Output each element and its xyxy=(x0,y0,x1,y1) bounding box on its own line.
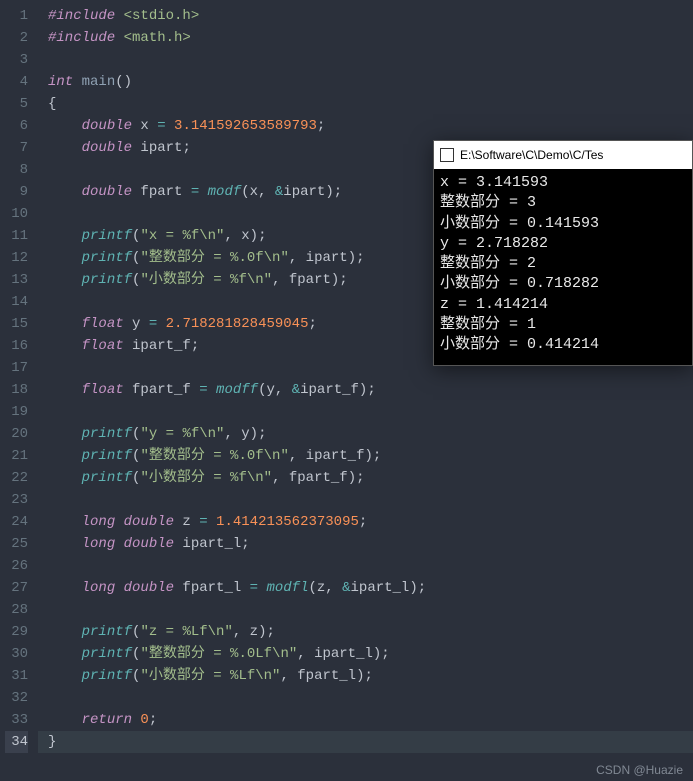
line-number: 12 xyxy=(5,247,28,269)
code-line: return 0; xyxy=(38,709,693,731)
line-number: 21 xyxy=(5,445,28,467)
line-number: 14 xyxy=(5,291,28,313)
line-number: 9 xyxy=(5,181,28,203)
code-line: printf("小数部分 = %f\n", fpart_f); xyxy=(38,467,693,489)
code-line xyxy=(38,555,693,577)
code-line: #include <math.h> xyxy=(38,27,693,49)
line-number: 31 xyxy=(5,665,28,687)
code-line xyxy=(38,489,693,511)
line-number: 32 xyxy=(5,687,28,709)
line-number: 20 xyxy=(5,423,28,445)
code-line: { xyxy=(38,93,693,115)
line-number: 34 xyxy=(5,731,28,753)
line-number: 27 xyxy=(5,577,28,599)
line-number: 28 xyxy=(5,599,28,621)
line-number: 17 xyxy=(5,357,28,379)
line-number: 16 xyxy=(5,335,28,357)
code-line: printf("小数部分 = %Lf\n", fpart_l); xyxy=(38,665,693,687)
line-number: 22 xyxy=(5,467,28,489)
line-number: 19 xyxy=(5,401,28,423)
console-output: x = 3.141593 整数部分 = 3 小数部分 = 0.141593 y … xyxy=(434,169,692,365)
line-number: 30 xyxy=(5,643,28,665)
line-number: 11 xyxy=(5,225,28,247)
code-line: float fpart_f = modff(y, &ipart_f); xyxy=(38,379,693,401)
code-line: printf("整数部分 = %.0f\n", ipart_f); xyxy=(38,445,693,467)
line-number: 1 xyxy=(5,5,28,27)
line-number: 26 xyxy=(5,555,28,577)
code-line xyxy=(38,599,693,621)
line-number: 2 xyxy=(5,27,28,49)
code-line: double x = 3.141592653589793; xyxy=(38,115,693,137)
line-number: 13 xyxy=(5,269,28,291)
console-app-icon xyxy=(440,148,454,162)
line-number: 10 xyxy=(5,203,28,225)
code-line: long double fpart_l = modfl(z, &ipart_l)… xyxy=(38,577,693,599)
line-number: 8 xyxy=(5,159,28,181)
console-window[interactable]: E:\Software\C\Demo\C/Tes x = 3.141593 整数… xyxy=(433,140,693,366)
code-editor[interactable]: 1234567891011121314151617181920212223242… xyxy=(0,0,693,781)
line-number: 5 xyxy=(5,93,28,115)
code-line: #include <stdio.h> xyxy=(38,5,693,27)
watermark-text: CSDN @Huazie xyxy=(596,763,683,777)
line-number: 15 xyxy=(5,313,28,335)
code-area[interactable]: #include <stdio.h> #include <math.h> int… xyxy=(38,0,693,781)
code-line xyxy=(38,49,693,71)
line-number: 23 xyxy=(5,489,28,511)
line-number: 25 xyxy=(5,533,28,555)
code-line: printf("整数部分 = %.0Lf\n", ipart_l); xyxy=(38,643,693,665)
line-number-gutter: 1234567891011121314151617181920212223242… xyxy=(0,0,38,781)
line-number: 7 xyxy=(5,137,28,159)
line-number: 4 xyxy=(5,71,28,93)
code-line: } xyxy=(38,731,693,753)
code-line: int main() xyxy=(38,71,693,93)
code-line xyxy=(38,687,693,709)
console-title: E:\Software\C\Demo\C/Tes xyxy=(460,148,603,162)
line-number: 24 xyxy=(5,511,28,533)
code-line: printf("y = %f\n", y); xyxy=(38,423,693,445)
console-titlebar[interactable]: E:\Software\C\Demo\C/Tes xyxy=(434,141,692,169)
line-number: 6 xyxy=(5,115,28,137)
code-line xyxy=(38,401,693,423)
code-line: long double z = 1.414213562373095; xyxy=(38,511,693,533)
line-number: 29 xyxy=(5,621,28,643)
code-line: printf("z = %Lf\n", z); xyxy=(38,621,693,643)
code-line: long double ipart_l; xyxy=(38,533,693,555)
line-number: 18 xyxy=(5,379,28,401)
line-number: 3 xyxy=(5,49,28,71)
line-number: 33 xyxy=(5,709,28,731)
